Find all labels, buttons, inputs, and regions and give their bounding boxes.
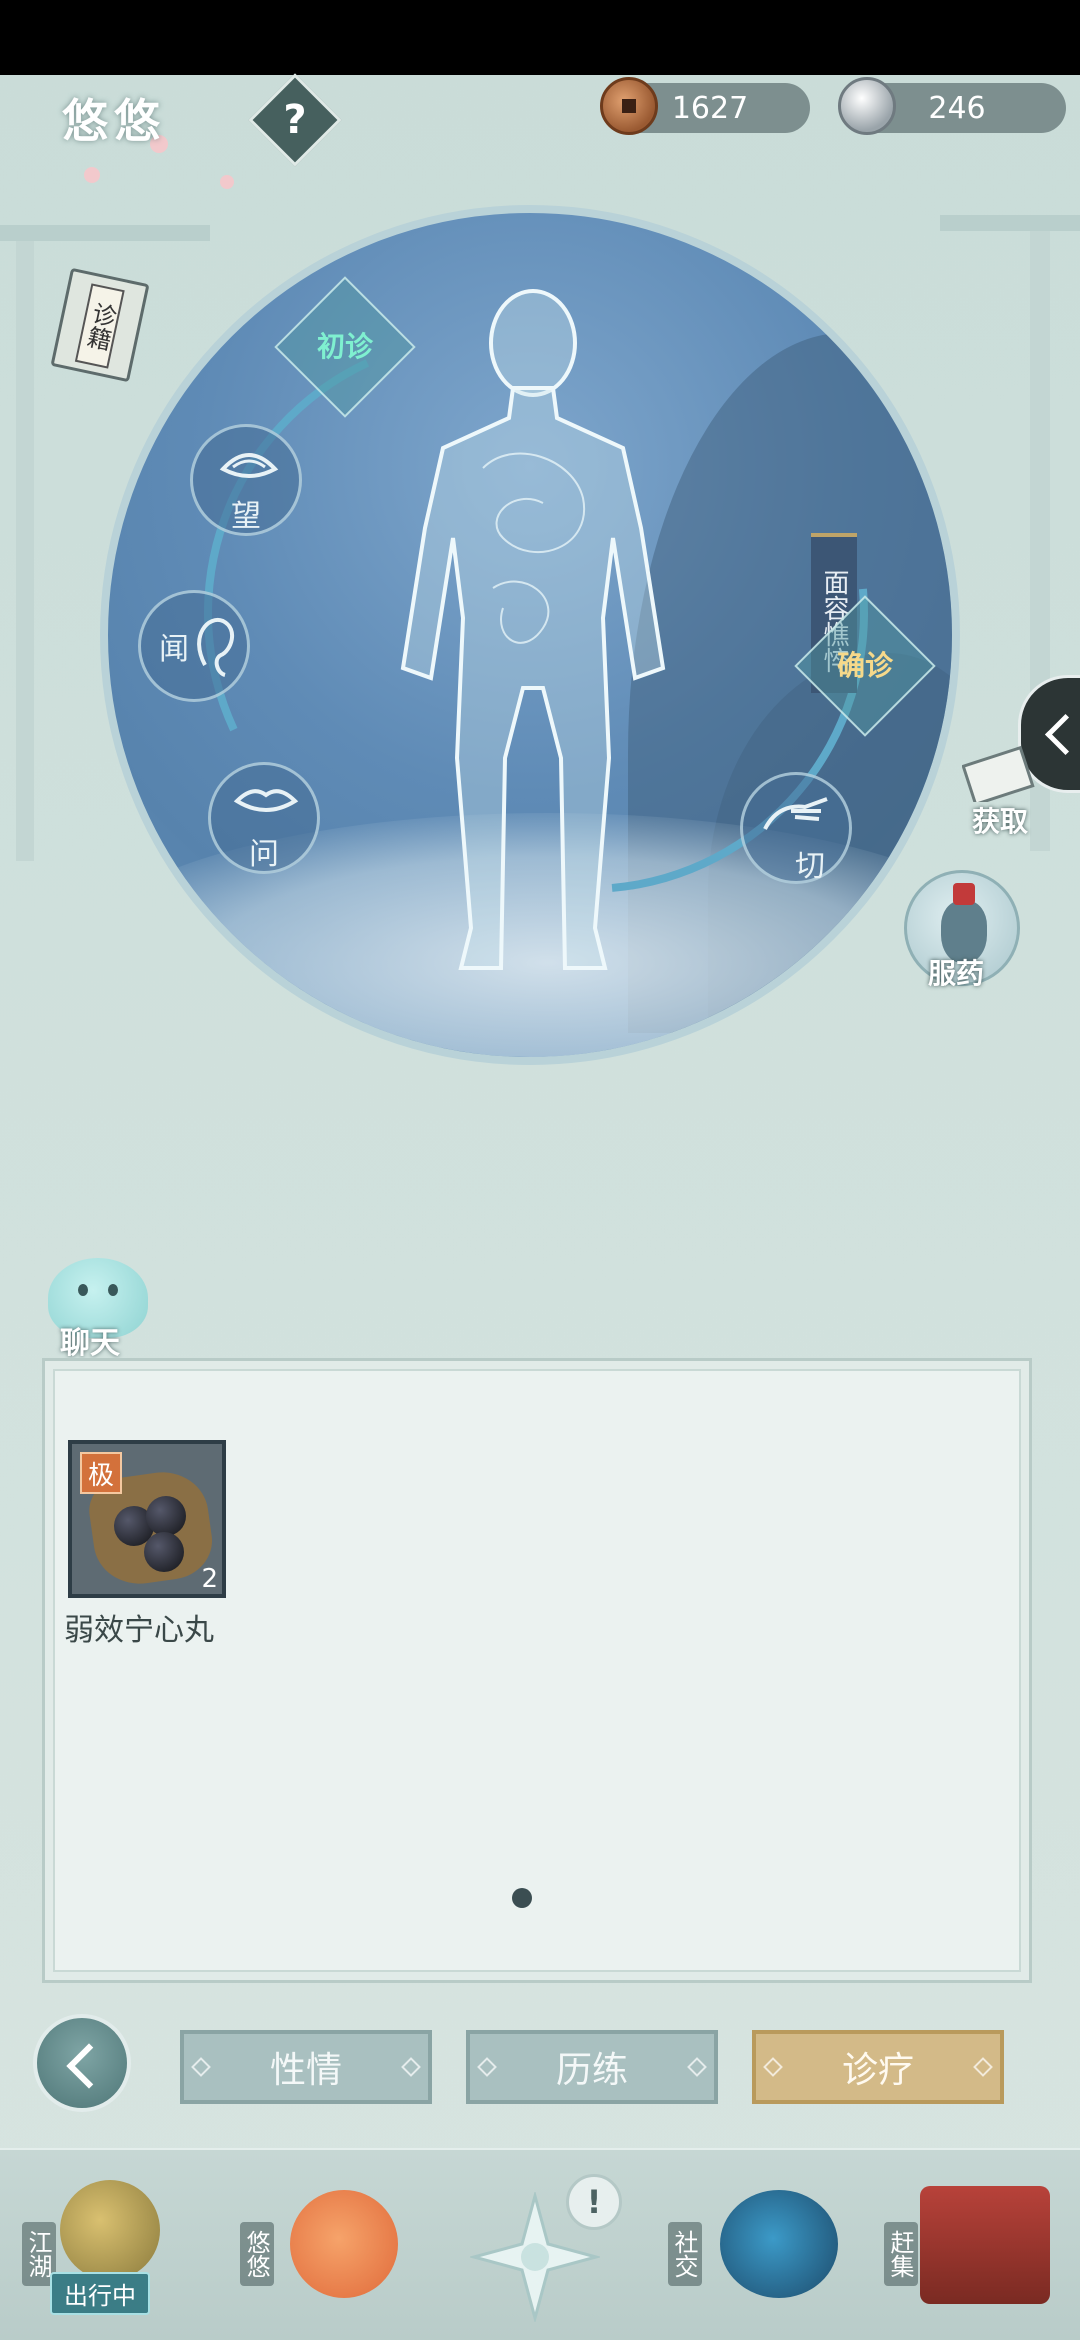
nav-jianghu[interactable]: 江湖 出行中 [0, 2150, 200, 2340]
human-body-figure[interactable] [373, 288, 693, 988]
tab-temperament[interactable]: 性情 [180, 2030, 432, 2104]
tab-experience-label: 历练 [555, 2050, 628, 2091]
blossom-decor [84, 167, 100, 183]
nav-youyou[interactable]: 悠悠 [220, 2150, 420, 2340]
initial-diagnosis-label: 初诊 [316, 330, 373, 363]
nav-youyou-label: 悠悠 [240, 2222, 274, 2286]
pulse-button[interactable]: 切 [740, 772, 852, 884]
player-name: 悠悠 [62, 94, 166, 148]
copper-amount: 1627 [671, 90, 749, 126]
eye-icon [219, 453, 279, 478]
item-count: 2 [201, 1564, 218, 1594]
tab-ornament [763, 2057, 783, 2077]
help-icon: ? [283, 97, 307, 143]
tab-ornament [477, 2057, 497, 2077]
tab-ornament [687, 2057, 707, 2077]
alert-icon[interactable]: ! [566, 2174, 622, 2230]
blossom-decor [220, 175, 234, 189]
nav-market-label: 赶集 [884, 2222, 918, 2286]
jianghu-icon [60, 2180, 160, 2280]
youyou-avatar-icon [290, 2190, 398, 2298]
nav-market[interactable]: 赶集 [870, 2150, 1070, 2340]
item-name: 弱效宁心丸 [64, 1613, 214, 1648]
look-button[interactable]: 望 [190, 424, 302, 536]
pill-icon [146, 1496, 186, 1536]
tab-treatment-label: 诊疗 [841, 2050, 914, 2091]
scroll-icon [962, 745, 1035, 802]
lips-icon [233, 789, 299, 812]
book-title: 诊籍 [74, 283, 125, 369]
item-slot[interactable]: 极 2 [68, 1440, 226, 1598]
copper-coin-icon [600, 77, 658, 135]
nav-social[interactable]: 社交 [650, 2150, 850, 2340]
nav-social-label: 社交 [668, 2222, 702, 2286]
pulse-label: 切 [795, 849, 825, 884]
traveling-badge: 出行中 [50, 2272, 150, 2315]
take-medicine-label[interactable]: 服药 [928, 952, 984, 992]
tab-ornament [973, 2057, 993, 2077]
social-icon [720, 2190, 838, 2298]
ask-label: 问 [249, 837, 279, 872]
tab-treatment[interactable]: 诊疗 [752, 2030, 1004, 2104]
listen-label: 闻 [159, 632, 189, 667]
chat-label[interactable]: 聊天 [60, 1318, 120, 1362]
silver-ingot-icon [838, 77, 896, 135]
obtain-label[interactable]: 获取 [972, 800, 1028, 840]
look-label: 望 [231, 499, 261, 534]
ask-button[interactable]: 问 [208, 762, 320, 874]
ear-icon [197, 617, 235, 677]
pill-icon [144, 1532, 184, 1572]
back-button[interactable] [33, 2014, 131, 2112]
listen-button[interactable]: 闻 [138, 590, 250, 702]
help-button[interactable]: ? [248, 73, 342, 167]
silver-amount: 246 [928, 90, 986, 126]
bottom-nav: 江湖 出行中 悠悠 ! 社交 赶集 [0, 2148, 1080, 2340]
tab-ornament [191, 2057, 211, 2077]
hand-icon [763, 797, 828, 830]
tab-ornament [401, 2057, 421, 2077]
tab-temperament-label: 性情 [269, 2050, 342, 2091]
status-bar [0, 0, 1080, 75]
page-indicator-dot[interactable] [512, 1888, 532, 1908]
silver-currency[interactable]: 246 [838, 77, 1066, 135]
market-basket-icon [920, 2186, 1050, 2304]
copper-currency[interactable]: 1627 [600, 77, 810, 135]
item-grade-badge: 极 [80, 1452, 122, 1494]
top-bar: 悠悠 ? 1627 246 [0, 73, 1080, 189]
confirm-diagnosis-label: 确诊 [836, 649, 893, 682]
tab-experience[interactable]: 历练 [466, 2030, 718, 2104]
